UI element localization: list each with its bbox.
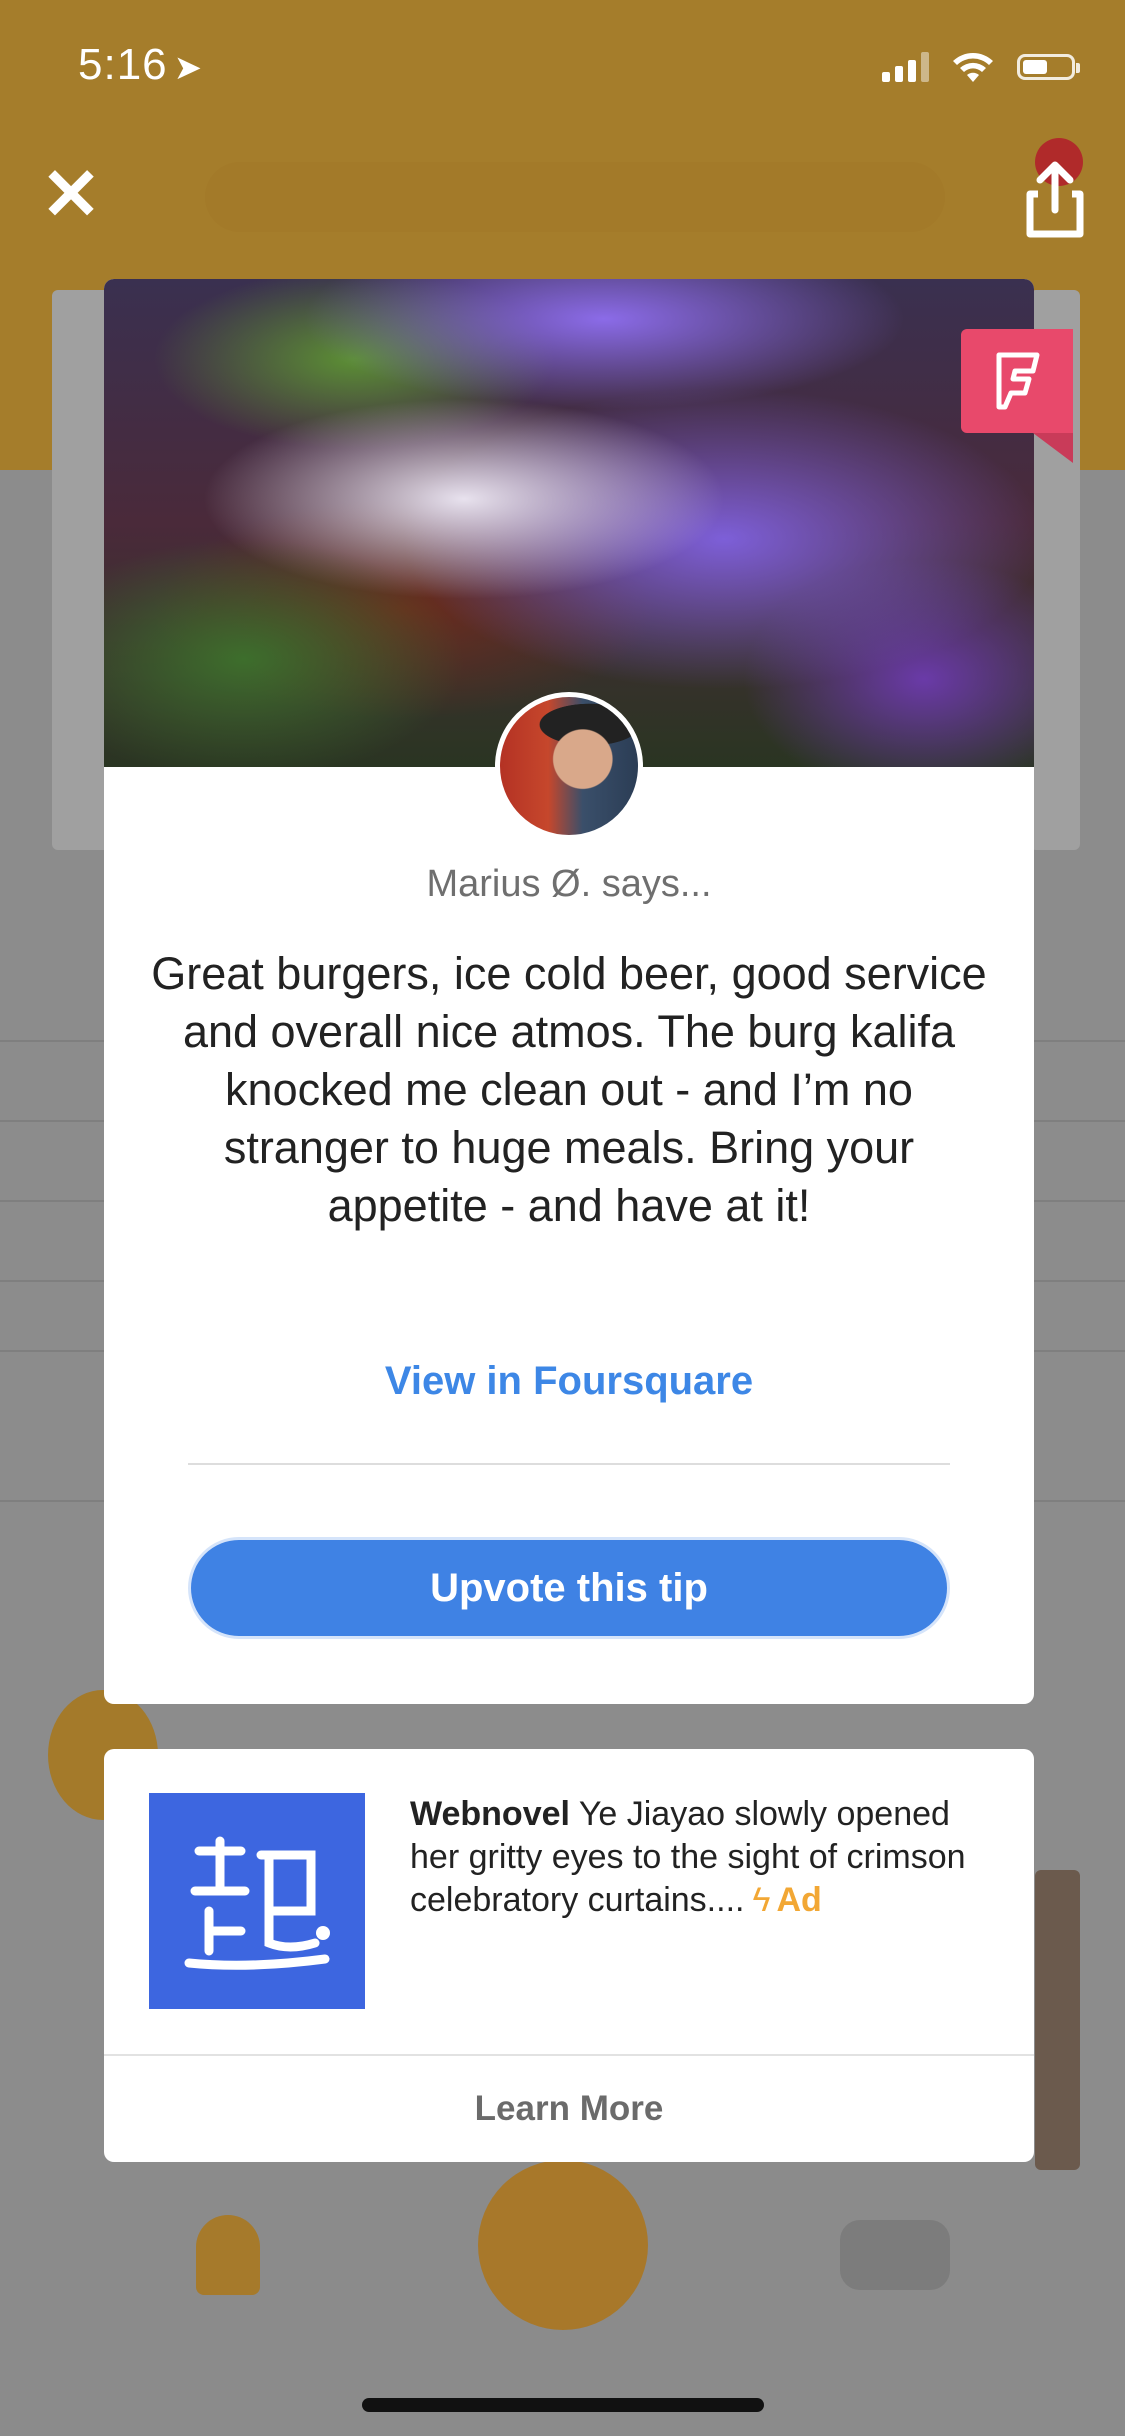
background-card <box>52 290 112 850</box>
ad-label: Ad <box>776 1881 822 1919</box>
profile-tab-icon <box>196 2215 260 2295</box>
tip-text: Great burgers, ice cold beer, good servi… <box>151 948 987 1231</box>
status-icons <box>882 50 1080 84</box>
location-arrow-icon: ➤ <box>173 49 204 87</box>
ad-text[interactable]: Webnovel Ye Jiayao slowly opened her gri… <box>410 1793 970 1922</box>
wifi-icon <box>953 53 993 82</box>
view-in-foursquare-link[interactable]: View in Foursquare <box>104 1359 1034 1404</box>
webnovel-logo-icon[interactable] <box>149 1793 365 2009</box>
ad-brand: Webnovel <box>410 1795 570 1833</box>
tip-card: Marius Ø. says... Great burgers, ice col… <box>104 279 1073 1704</box>
friends-tab-icon <box>840 2220 950 2290</box>
signal-icon <box>882 52 929 82</box>
battery-icon <box>1017 54 1080 80</box>
upvote-button[interactable]: Upvote this tip <box>188 1537 950 1639</box>
foursquare-icon <box>961 329 1073 463</box>
learn-more-button[interactable]: Learn More <box>104 2056 1034 2162</box>
background-thumbnail <box>1035 1870 1080 2170</box>
home-indicator[interactable] <box>362 2398 764 2412</box>
tip-author: Marius Ø. says... <box>426 863 712 905</box>
map-pin-tab-icon <box>478 2160 648 2330</box>
share-icon[interactable] <box>1020 160 1090 240</box>
lightning-icon: ϟ <box>752 1881 771 1919</box>
avatar <box>495 692 643 840</box>
divider <box>188 1463 950 1465</box>
close-icon[interactable]: ✕ <box>36 159 106 231</box>
status-time: 5:16 ➤ <box>78 40 204 89</box>
ad-card[interactable]: Webnovel Ye Jiayao slowly opened her gri… <box>104 1749 1034 2162</box>
search-bar <box>205 162 945 232</box>
